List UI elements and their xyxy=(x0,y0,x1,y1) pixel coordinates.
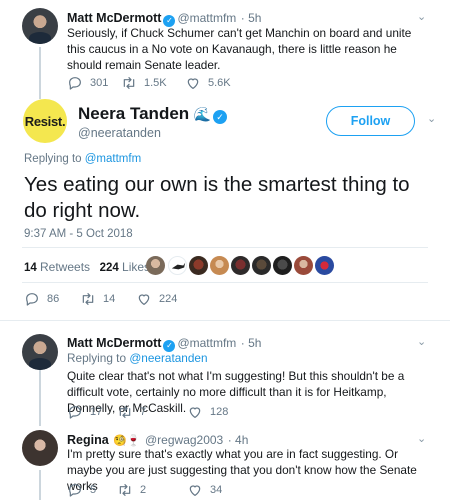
engagement-stats: 14 Retweets 224 Likes xyxy=(24,260,150,274)
author-handle[interactable]: @neeratanden xyxy=(78,126,161,140)
avatar[interactable] xyxy=(22,430,58,466)
likes-count: 224 xyxy=(99,262,119,274)
tweet-timestamp[interactable]: 9:37 AM - 5 Oct 2018 xyxy=(24,228,133,240)
liker-avatar[interactable] xyxy=(189,256,208,275)
like-count: 224 xyxy=(159,293,178,305)
divider xyxy=(22,282,428,283)
author-name[interactable]: Matt McDermott xyxy=(67,336,161,350)
like-button[interactable]: 224 xyxy=(136,291,177,307)
divider xyxy=(22,247,428,248)
avatar[interactable] xyxy=(22,334,58,370)
reply-count: 17 xyxy=(90,406,103,418)
like-icon xyxy=(189,485,201,496)
author-name[interactable]: Regina xyxy=(67,433,109,447)
retweet-button[interactable]: 2 xyxy=(117,482,187,498)
replying-to-label: Replying to xyxy=(24,153,82,165)
like-count: 5.6K xyxy=(208,77,231,89)
like-count: 128 xyxy=(210,406,229,418)
reply-count: 5 xyxy=(90,484,97,496)
retweet-button[interactable]: 1.5K xyxy=(121,75,185,91)
reply-button[interactable]: 86 xyxy=(24,291,80,307)
caret-down-icon[interactable]: ⌄ xyxy=(417,10,426,23)
like-icon xyxy=(138,294,150,305)
replying-to-label: Replying to xyxy=(67,351,127,365)
avatar[interactable] xyxy=(22,8,58,44)
like-icon xyxy=(187,78,199,89)
replying-to-link[interactable]: @mattmfm xyxy=(85,153,141,165)
retweets-label: Retweets xyxy=(40,260,91,274)
retweet-count: 14 xyxy=(103,293,116,305)
reply-count: 86 xyxy=(47,293,60,305)
section-divider xyxy=(0,320,450,321)
tweet-time[interactable]: · 4h xyxy=(228,433,249,447)
caret-down-icon[interactable]: ⌄ xyxy=(417,335,426,348)
author-handle[interactable]: @regwag2003 xyxy=(145,433,223,447)
retweets-count: 14 xyxy=(24,262,37,274)
author-name[interactable]: Neera Tanden xyxy=(78,104,189,123)
tweet-time[interactable]: · 5h xyxy=(241,11,262,25)
thread-line xyxy=(39,362,41,426)
like-button[interactable]: 128 xyxy=(187,404,228,420)
reply-icon xyxy=(69,484,81,497)
avatar[interactable]: Resist. xyxy=(23,99,67,143)
retweets-stat[interactable]: 14 Retweets xyxy=(24,260,91,274)
like-count: 34 xyxy=(210,484,223,496)
tweet-actions: 17 7 128 xyxy=(67,404,228,420)
retweet-button[interactable]: 7 xyxy=(117,404,187,420)
retweet-count: 1.5K xyxy=(144,77,167,89)
retweet-icon xyxy=(119,484,131,496)
retweet-icon xyxy=(119,406,131,418)
avatar-text: Resist. xyxy=(24,113,66,129)
tweet-actions: 5 2 34 xyxy=(67,482,222,498)
liker-avatar[interactable] xyxy=(252,256,271,275)
author-handle[interactable]: @mattmfm xyxy=(177,11,236,25)
reply-button[interactable]: 5 xyxy=(67,482,117,498)
retweet-count: 2 xyxy=(140,484,147,496)
thread-line xyxy=(39,470,41,500)
author-handle[interactable]: @mattmfm xyxy=(177,336,236,350)
liker-avatar[interactable] xyxy=(315,256,334,275)
liker-avatar[interactable] xyxy=(231,256,250,275)
liker-avatar[interactable] xyxy=(273,256,292,275)
tweet-text: Yes eating our own is the smartest thing… xyxy=(24,173,410,222)
like-button[interactable]: 34 xyxy=(187,482,222,498)
liker-avatar[interactable] xyxy=(294,256,313,275)
replying-to-link[interactable]: @neeratanden xyxy=(129,351,207,365)
verified-icon: ✓ xyxy=(213,110,228,124)
tweet-text: Seriously, if Chuck Schumer can't get Ma… xyxy=(67,26,412,72)
tweet-actions: 86 14 224 xyxy=(24,291,177,307)
likes-stat[interactable]: 224 Likes xyxy=(99,260,150,274)
tweet-time[interactable]: · 5h xyxy=(241,336,262,350)
retweet-icon xyxy=(123,77,135,89)
reply-count: 301 xyxy=(90,77,109,89)
wave-emoji: 🌊 xyxy=(193,106,212,122)
retweet-button[interactable]: 14 xyxy=(80,291,136,307)
reply-icon xyxy=(26,293,38,306)
retweet-icon xyxy=(82,293,94,305)
liker-avatar[interactable] xyxy=(168,256,187,275)
reply-button[interactable]: 301 xyxy=(67,75,121,91)
reply-button[interactable]: 17 xyxy=(67,404,117,420)
follow-button[interactable]: Follow xyxy=(326,106,415,136)
liker-avatar[interactable] xyxy=(210,256,229,275)
liker-avatar[interactable] xyxy=(146,256,165,275)
retweet-count: 7 xyxy=(140,406,147,418)
reply-icon xyxy=(69,77,81,90)
like-button[interactable]: 5.6K xyxy=(185,75,231,91)
author-name[interactable]: Matt McDermott xyxy=(67,11,161,25)
reply-icon xyxy=(69,406,81,419)
tweet-actions: 301 1.5K 5.6K xyxy=(67,75,231,91)
caret-down-icon[interactable]: ⌄ xyxy=(427,112,436,125)
caret-down-icon[interactable]: ⌄ xyxy=(417,432,426,445)
like-icon xyxy=(189,407,201,418)
thread-line xyxy=(39,47,41,99)
